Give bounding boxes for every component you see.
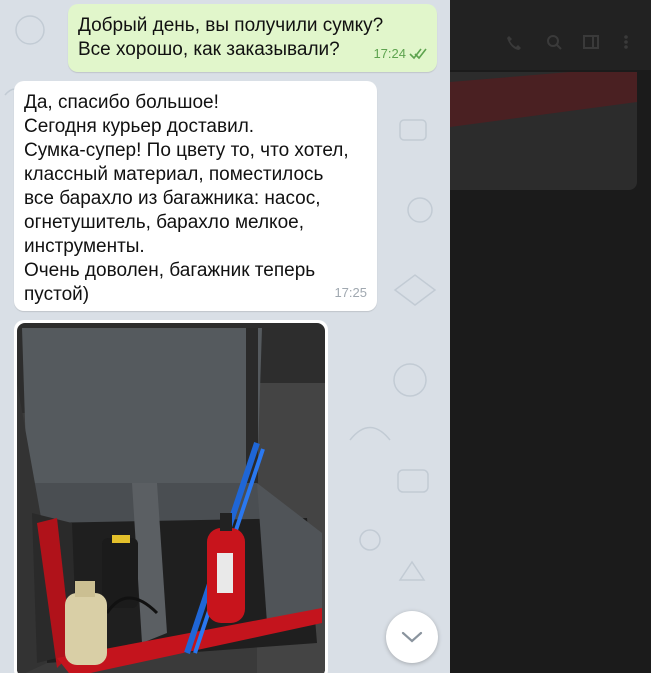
incoming-message-line: классный материал, поместилось [24, 164, 324, 185]
layout-icon[interactable] [583, 34, 599, 50]
card-shape [450, 72, 637, 127]
message-time: 17:25 [334, 285, 367, 300]
scroll-down-button[interactable] [386, 611, 438, 663]
outgoing-message-meta: 17:24 [373, 42, 427, 66]
incoming-message-line: все барахло из багажника: насос, [24, 188, 321, 209]
chat-area[interactable]: Добрый день, вы получили сумку? Все хоро… [0, 0, 450, 673]
incoming-message-line: пустой) [24, 284, 90, 305]
chevron-down-icon [401, 631, 423, 643]
search-icon[interactable] [546, 34, 562, 50]
photo-message[interactable] [14, 320, 328, 673]
outgoing-message[interactable]: Добрый день, вы получили сумку? Все хоро… [68, 4, 437, 72]
incoming-message-line: Очень доволен, багажник теперь [24, 260, 316, 281]
incoming-message-line: инструменты. [24, 236, 145, 257]
phone-icon[interactable] [506, 34, 522, 50]
background-card [450, 72, 637, 190]
double-check-icon [409, 48, 427, 60]
chat-header [450, 0, 651, 70]
incoming-message-line: Сумка-супер! По цвету то, что хотел, [24, 140, 349, 161]
trunk-organizer-photo [17, 323, 325, 673]
more-icon[interactable] [623, 34, 629, 50]
incoming-message[interactable]: Да, спасибо большое! Сегодня курьер дост… [14, 81, 377, 311]
incoming-message-line: огнетушитель, барахло мелкое, [24, 212, 304, 233]
outgoing-message-line: Добрый день, вы получили сумку? [78, 15, 384, 36]
message-time: 17:24 [373, 46, 406, 61]
incoming-message-line: Сегодня курьер доставил. [24, 116, 255, 137]
incoming-message-line: Да, спасибо большое! [24, 92, 219, 113]
